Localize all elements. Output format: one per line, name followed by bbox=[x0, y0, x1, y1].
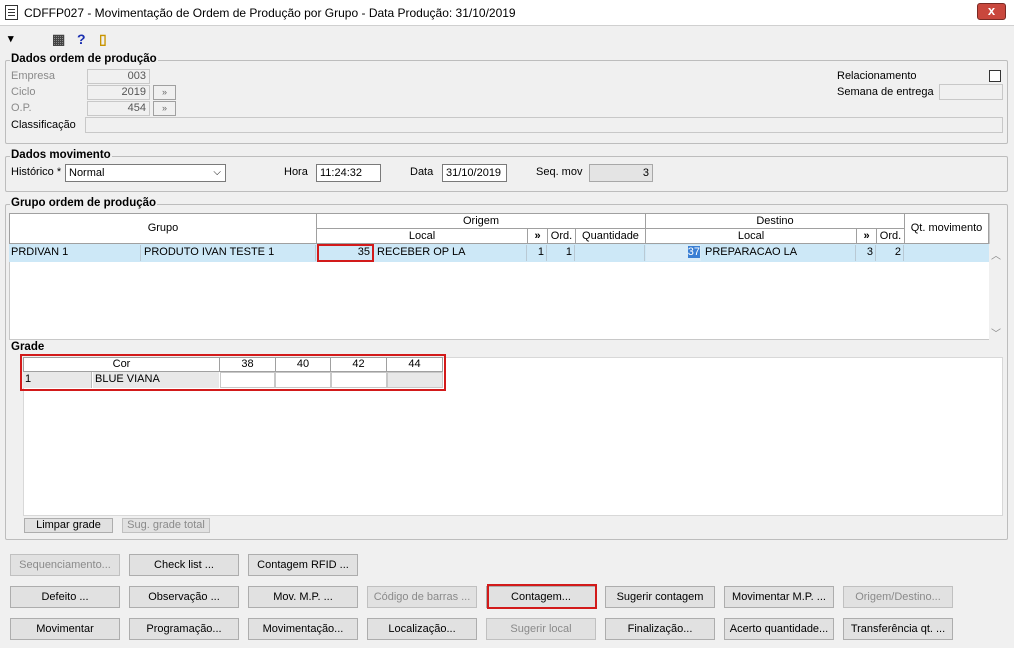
data-input[interactable]: 31/10/2019 bbox=[442, 164, 507, 182]
pin-icon[interactable]: ▾ bbox=[8, 31, 22, 47]
origem-local-cell[interactable]: RECEBER OP LA bbox=[375, 245, 527, 261]
semana-entrega-field bbox=[939, 84, 1003, 100]
calculator-icon[interactable]: ▦ bbox=[52, 31, 68, 47]
limpar-grade-button[interactable]: Limpar grade bbox=[24, 518, 113, 533]
seq-mov-field: 3 bbox=[589, 164, 653, 182]
programacao-button[interactable]: Programação... bbox=[129, 618, 239, 640]
destino-ord-cell: 2 bbox=[877, 245, 904, 261]
hora-input[interactable]: 11:24:32 bbox=[316, 164, 381, 182]
mov-mp-button[interactable]: Mov. M.P. ... bbox=[248, 586, 358, 608]
destino-local-header[interactable]: Local bbox=[645, 228, 857, 244]
op-label: O.P. bbox=[11, 102, 32, 114]
dados-ordem-label: Dados ordem de produção bbox=[10, 53, 158, 65]
quantidade-header[interactable]: Quantidade bbox=[575, 228, 646, 244]
origem-arrow-header[interactable]: » bbox=[527, 228, 548, 244]
row-code: PRDIVAN 1 bbox=[9, 245, 141, 261]
toolbar bbox=[0, 26, 1014, 52]
scroll-down-icon[interactable]: ﹀ bbox=[990, 325, 1002, 340]
semana-entrega-label: Semana de entrega bbox=[837, 86, 934, 98]
origem-local-header[interactable]: Local bbox=[316, 228, 528, 244]
classificacao-field bbox=[85, 117, 1003, 133]
destino-header: Destino bbox=[645, 213, 905, 229]
origem-ord-cell: 1 bbox=[548, 245, 575, 261]
localizacao-button[interactable]: Localização... bbox=[367, 618, 477, 640]
movimentar-button[interactable]: Movimentar bbox=[10, 618, 120, 640]
origem-highlight-box bbox=[317, 244, 374, 262]
sugerir-local-button[interactable]: Sugerir local bbox=[486, 618, 596, 640]
origem-header: Origem bbox=[316, 213, 646, 229]
relacionamento-label: Relacionamento bbox=[837, 70, 917, 82]
destino-arrow-header[interactable]: » bbox=[856, 228, 877, 244]
origem-ord-header[interactable]: Ord. bbox=[547, 228, 576, 244]
destino-ord-header[interactable]: Ord. bbox=[876, 228, 905, 244]
observacao-button[interactable]: Observação ... bbox=[129, 586, 239, 608]
check-list-button[interactable]: Check list ... bbox=[129, 554, 239, 576]
scroll-up-icon[interactable]: ︿ bbox=[990, 247, 1002, 262]
destino-local-cell[interactable]: PREPARACAO LA bbox=[703, 245, 856, 261]
transferencia-button[interactable]: Transferência qt. ... bbox=[843, 618, 953, 640]
exit-door-icon[interactable]: ▯ bbox=[99, 31, 113, 47]
origem-destino-button[interactable]: Origem/Destino... bbox=[843, 586, 953, 608]
grupo-header[interactable]: Grupo bbox=[9, 213, 317, 244]
finalizacao-button[interactable]: Finalização... bbox=[605, 618, 715, 640]
classificacao-label: Classificação bbox=[11, 119, 76, 131]
window-title: CDFFP027 - Movimentação de Ordem de Prod… bbox=[24, 6, 516, 20]
qt-movimento-cell[interactable] bbox=[905, 245, 989, 261]
empresa-label: Empresa bbox=[11, 70, 56, 82]
ciclo-lookup-button[interactable]: » bbox=[153, 85, 176, 100]
ciclo-field: 2019 bbox=[87, 85, 150, 100]
grupo-label: Grupo ordem de produção bbox=[10, 197, 158, 209]
row-name: PRODUTO IVAN TESTE 1 bbox=[142, 245, 316, 261]
document-icon bbox=[5, 5, 18, 20]
historico-select[interactable]: Normal ⌵ bbox=[65, 164, 226, 182]
relacionamento-checkbox[interactable] bbox=[989, 70, 1001, 82]
sugerir-grade-total-button[interactable]: Sug. grade total bbox=[122, 518, 210, 533]
grade-highlight-box bbox=[20, 354, 446, 391]
help-icon[interactable]: ? bbox=[77, 31, 89, 47]
grade-label: Grade bbox=[10, 341, 46, 353]
qt-movimento-header[interactable]: Qt. movimento bbox=[904, 213, 989, 244]
movimentar-mp-button[interactable]: Movimentar M.P. ... bbox=[724, 586, 834, 608]
movimentacao-button[interactable]: Movimentação... bbox=[248, 618, 358, 640]
historico-label: Histórico * bbox=[11, 166, 62, 178]
op-field: 454 bbox=[87, 101, 150, 116]
contagem-rfid-button[interactable]: Contagem RFID ... bbox=[248, 554, 358, 576]
destino-number-cell[interactable]: 37 bbox=[646, 245, 701, 261]
empresa-field: 003 bbox=[87, 69, 150, 84]
sequenciamento-button[interactable]: Sequenciamento... bbox=[10, 554, 120, 576]
dados-movimento-label: Dados movimento bbox=[10, 149, 112, 161]
contagem-highlight-box bbox=[487, 584, 597, 609]
hora-label: Hora bbox=[284, 166, 308, 178]
codigo-barras-button[interactable]: Código de barras ... bbox=[367, 586, 477, 608]
historico-value: Normal bbox=[69, 167, 105, 179]
origem-arrow-cell: 1 bbox=[528, 245, 547, 261]
destino-number-value: 37 bbox=[687, 246, 700, 258]
destino-arrow-cell: 3 bbox=[857, 245, 876, 261]
close-button[interactable]: x bbox=[977, 3, 1006, 20]
chevron-down-icon: ⌵ bbox=[213, 167, 221, 178]
acerto-quantidade-button[interactable]: Acerto quantidade... bbox=[724, 618, 834, 640]
sugerir-contagem-button[interactable]: Sugerir contagem bbox=[605, 586, 715, 608]
op-lookup-button[interactable]: » bbox=[153, 101, 176, 116]
ciclo-label: Ciclo bbox=[11, 86, 36, 98]
defeito-button[interactable]: Defeito ... bbox=[10, 586, 120, 608]
quantidade-cell[interactable] bbox=[576, 245, 645, 261]
seq-mov-label: Seq. mov bbox=[536, 166, 583, 178]
data-label: Data bbox=[410, 166, 434, 178]
